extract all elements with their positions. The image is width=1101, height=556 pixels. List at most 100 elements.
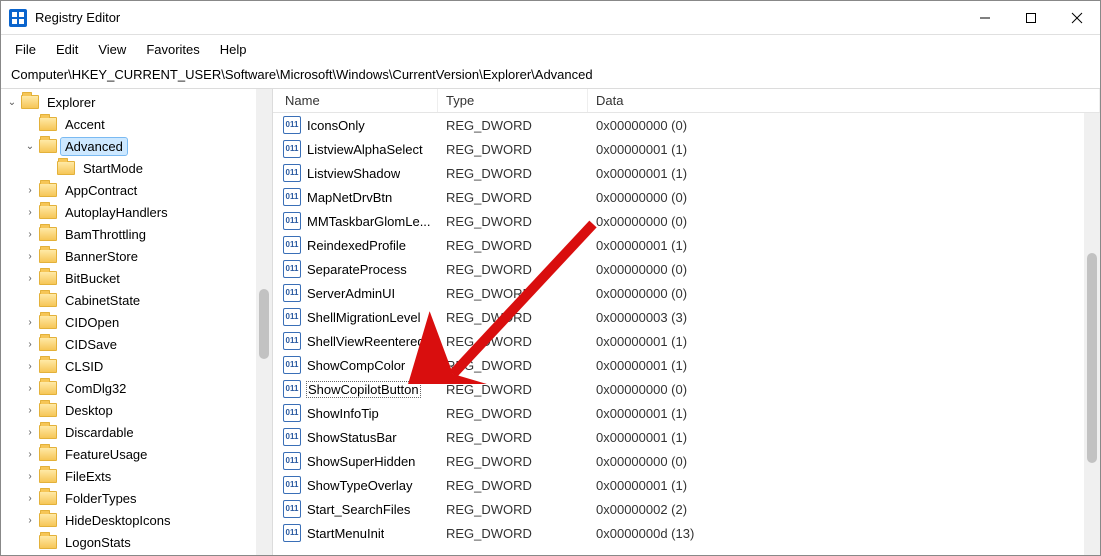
- tree-node[interactable]: ›ComDlg32: [1, 377, 272, 399]
- tree-node-label: BamThrottling: [61, 226, 150, 243]
- tree-node[interactable]: ›CIDSave: [1, 333, 272, 355]
- value-name: MMTaskbarGlomLe...: [307, 214, 431, 229]
- address-bar[interactable]: Computer\HKEY_CURRENT_USER\Software\Micr…: [1, 63, 1100, 89]
- value-row[interactable]: 011ServerAdminUIREG_DWORD0x00000000 (0): [273, 281, 1100, 305]
- tree-node[interactable]: ⌄ Explorer: [1, 91, 272, 113]
- value-row[interactable]: 011IconsOnlyREG_DWORD0x00000000 (0): [273, 113, 1100, 137]
- tree-node[interactable]: ›CIDOpen: [1, 311, 272, 333]
- folder-icon: [39, 337, 57, 351]
- list-scrollbar[interactable]: [1084, 113, 1100, 555]
- tree-node[interactable]: ⌄Advanced: [1, 135, 272, 157]
- value-row[interactable]: 011StartMenuInitREG_DWORD0x0000000d (13): [273, 521, 1100, 545]
- folder-icon: [39, 491, 57, 505]
- dword-value-icon: 011: [283, 404, 301, 422]
- tree-node-label: StartMode: [79, 160, 147, 177]
- tree-node[interactable]: ›CLSID: [1, 355, 272, 377]
- value-row[interactable]: 011ShellMigrationLevelREG_DWORD0x0000000…: [273, 305, 1100, 329]
- menubar: File Edit View Favorites Help: [1, 35, 1100, 63]
- tree-node[interactable]: › AppContract: [1, 179, 272, 201]
- menu-favorites[interactable]: Favorites: [136, 39, 209, 60]
- tree-node[interactable]: ›HideDesktopIcons: [1, 509, 272, 531]
- tree-node[interactable]: ›FeatureUsage: [1, 443, 272, 465]
- tree-node[interactable]: › Desktop: [1, 399, 272, 421]
- dword-value-icon: 011: [283, 332, 301, 350]
- chevron-right-icon[interactable]: ›: [23, 227, 37, 241]
- tree-node[interactable]: ›BannerStore: [1, 245, 272, 267]
- value-row[interactable]: 011ListviewAlphaSelectREG_DWORD0x0000000…: [273, 137, 1100, 161]
- value-row[interactable]: 011ShowStatusBarREG_DWORD0x00000001 (1): [273, 425, 1100, 449]
- value-name: MapNetDrvBtn: [307, 190, 392, 205]
- chevron-right-icon[interactable]: ›: [23, 315, 37, 329]
- tree-node-label: FolderTypes: [61, 490, 141, 507]
- tree-node[interactable]: ›AutoplayHandlers: [1, 201, 272, 223]
- chevron-right-icon[interactable]: ›: [23, 183, 37, 197]
- value-row[interactable]: 011Start_SearchFilesREG_DWORD0x00000002 …: [273, 497, 1100, 521]
- chevron-right-icon[interactable]: ›: [23, 425, 37, 439]
- chevron-right-icon[interactable]: ›: [23, 381, 37, 395]
- folder-icon: [39, 205, 57, 219]
- tree-node-label: Desktop: [61, 402, 117, 419]
- chevron-right-icon[interactable]: ›: [23, 403, 37, 417]
- cell-name: 011IconsOnly: [273, 116, 438, 134]
- value-row[interactable]: 011MMTaskbarGlomLe...REG_DWORD0x00000000…: [273, 209, 1100, 233]
- folder-icon: [39, 293, 57, 307]
- tree-node[interactable]: ·CabinetState: [1, 289, 272, 311]
- tree-node[interactable]: ›Discardable: [1, 421, 272, 443]
- minimize-button[interactable]: [962, 1, 1008, 35]
- cell-type: REG_DWORD: [438, 358, 588, 373]
- value-name: ShowCopilotButton: [307, 382, 420, 397]
- tree-node[interactable]: › FolderTypes: [1, 487, 272, 509]
- chevron-right-icon[interactable]: ›: [23, 249, 37, 263]
- chevron-down-icon[interactable]: ⌄: [23, 139, 37, 153]
- tree-node[interactable]: ›FileExts: [1, 465, 272, 487]
- value-row[interactable]: 011ListviewShadowREG_DWORD0x00000001 (1): [273, 161, 1100, 185]
- tree-node[interactable]: ›BitBucket: [1, 267, 272, 289]
- chevron-right-icon[interactable]: ›: [23, 337, 37, 351]
- tree-node[interactable]: › BamThrottling: [1, 223, 272, 245]
- cell-name: 011MMTaskbarGlomLe...: [273, 212, 438, 230]
- tree-node[interactable]: ·LogonStats: [1, 531, 272, 553]
- tree-node-label: AppContract: [61, 182, 141, 199]
- tree-scrollbar[interactable]: [256, 89, 272, 555]
- chevron-right-icon[interactable]: ›: [23, 469, 37, 483]
- dword-value-icon: 011: [283, 236, 301, 254]
- value-row[interactable]: 011MapNetDrvBtnREG_DWORD0x00000000 (0): [273, 185, 1100, 209]
- chevron-down-icon[interactable]: ⌄: [5, 95, 19, 109]
- maximize-button[interactable]: [1008, 1, 1054, 35]
- header-type[interactable]: Type: [438, 89, 588, 112]
- header-data[interactable]: Data: [588, 89, 1100, 112]
- menu-help[interactable]: Help: [210, 39, 257, 60]
- cell-data: 0x00000001 (1): [588, 238, 1100, 253]
- value-name: ListviewAlphaSelect: [307, 142, 423, 157]
- menu-view[interactable]: View: [88, 39, 136, 60]
- value-row[interactable]: 011ShowSuperHiddenREG_DWORD0x00000000 (0…: [273, 449, 1100, 473]
- value-row[interactable]: 011ShowCompColorREG_DWORD0x00000001 (1): [273, 353, 1100, 377]
- cell-type: REG_DWORD: [438, 166, 588, 181]
- menu-edit[interactable]: Edit: [46, 39, 88, 60]
- value-row[interactable]: 011SeparateProcessREG_DWORD0x00000000 (0…: [273, 257, 1100, 281]
- tree-node[interactable]: ·StartMode: [1, 157, 272, 179]
- menu-file[interactable]: File: [5, 39, 46, 60]
- chevron-right-icon[interactable]: ›: [23, 447, 37, 461]
- chevron-right-icon[interactable]: ›: [23, 205, 37, 219]
- tree-node[interactable]: ·Accent: [1, 113, 272, 135]
- tree-node-label: Explorer: [43, 94, 99, 111]
- value-row[interactable]: 011ShowTypeOverlayREG_DWORD0x00000001 (1…: [273, 473, 1100, 497]
- cell-name: 011ShowTypeOverlay: [273, 476, 438, 494]
- value-row[interactable]: 011ShowCopilotButtonREG_DWORD0x00000000 …: [273, 377, 1100, 401]
- chevron-right-icon[interactable]: ›: [23, 359, 37, 373]
- value-row[interactable]: 011ShowInfoTipREG_DWORD0x00000001 (1): [273, 401, 1100, 425]
- chevron-right-icon[interactable]: ›: [23, 271, 37, 285]
- header-name[interactable]: Name: [273, 89, 438, 112]
- chevron-right-icon[interactable]: ›: [23, 491, 37, 505]
- close-button[interactable]: [1054, 1, 1100, 35]
- tree-pane[interactable]: ⌄ Explorer ·Accent⌄Advanced·StartMode › AppC…: [1, 89, 273, 555]
- value-name: ShowTypeOverlay: [307, 478, 413, 493]
- cell-data: 0x00000001 (1): [588, 406, 1100, 421]
- chevron-right-icon[interactable]: ›: [23, 513, 37, 527]
- value-row[interactable]: 011ShellViewReenteredREG_DWORD0x00000001…: [273, 329, 1100, 353]
- cell-name: 011Start_SearchFiles: [273, 500, 438, 518]
- cell-data: 0x00000000 (0): [588, 454, 1100, 469]
- value-name: ServerAdminUI: [307, 286, 395, 301]
- value-row[interactable]: 011ReindexedProfileREG_DWORD0x00000001 (…: [273, 233, 1100, 257]
